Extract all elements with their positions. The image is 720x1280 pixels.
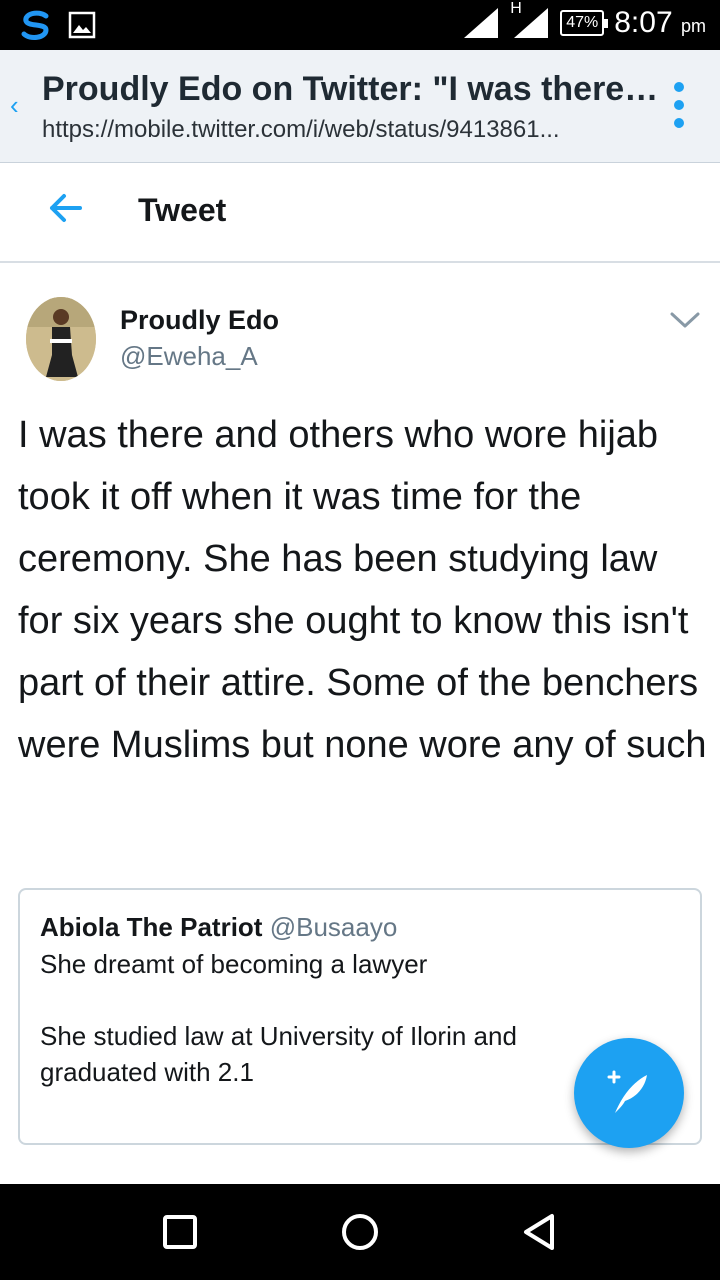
image-notification-icon <box>68 11 96 39</box>
app-s-icon <box>21 10 49 40</box>
url-text[interactable]: https://mobile.twitter.com/i/web/status/… <box>42 116 652 144</box>
back-arrow-icon[interactable] <box>44 186 88 230</box>
battery-level: 47% <box>566 14 599 31</box>
tweet-header: Tweet <box>0 164 720 263</box>
overflow-menu-icon[interactable] <box>674 82 686 128</box>
status-bar: H 47% 8:07 pm <box>0 0 720 50</box>
clock-time: 8:07 <box>614 6 673 39</box>
signal-icon <box>464 8 499 38</box>
system-nav-bar <box>0 1184 720 1280</box>
quoted-tweet-body: She dreamt of becoming a lawyer She stud… <box>40 946 600 1090</box>
back-triangle-icon[interactable] <box>520 1212 560 1252</box>
signal-h-icon: H <box>510 0 550 40</box>
clock: 8:07 pm <box>614 6 706 40</box>
quoted-author-name: Abiola The Patriot <box>40 912 263 942</box>
compose-tweet-button[interactable] <box>574 1038 684 1148</box>
header-title: Tweet <box>138 192 227 228</box>
recents-icon[interactable] <box>160 1212 200 1252</box>
compose-feather-icon <box>607 1070 647 1113</box>
quoted-text-line2: She studied law at University of Ilorin … <box>40 1021 517 1087</box>
author-handle[interactable]: @Eweha_A <box>120 341 258 372</box>
clock-ampm: pm <box>680 16 706 36</box>
browser-url-bar: ‹ Proudly Edo on Twitter: "I was there a… <box>0 50 720 163</box>
quoted-author-handle: @Busaayo <box>269 912 398 942</box>
author-name[interactable]: Proudly Edo <box>120 305 279 336</box>
page-title[interactable]: Proudly Edo on Twitter: "I was there a..… <box>42 70 662 109</box>
battery-icon: 47% <box>560 10 609 36</box>
avatar[interactable] <box>26 297 96 381</box>
home-icon[interactable] <box>340 1212 380 1252</box>
chevron-down-icon[interactable] <box>668 308 702 332</box>
back-chevron-icon[interactable]: ‹ <box>10 90 19 121</box>
quoted-text-line1: She dreamt of becoming a lawyer <box>40 949 428 979</box>
tweet-text: I was there and others who wore hijab to… <box>18 414 707 766</box>
quoted-tweet-header: Abiola The Patriot @Busaayo <box>40 912 397 943</box>
